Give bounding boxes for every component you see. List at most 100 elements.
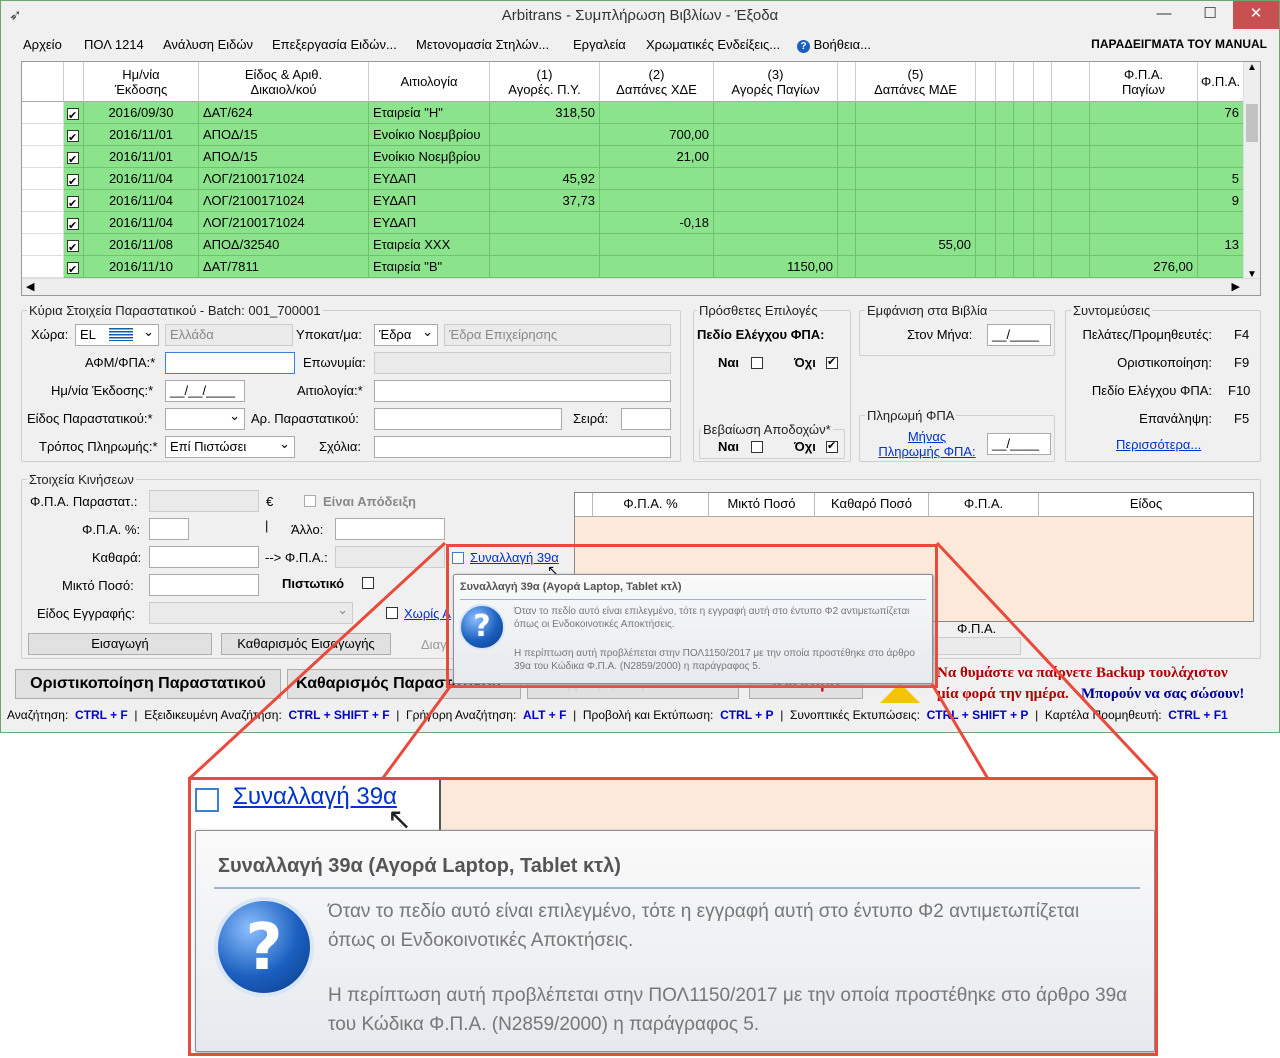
grid-header-c4[interactable] [838, 62, 856, 102]
vat-pct-input[interactable] [149, 518, 189, 540]
grid-cell-c10[interactable] [1052, 234, 1090, 256]
grid-cell-reason[interactable]: Εταιρεία "Β" [369, 256, 490, 278]
grid-header-c9[interactable] [1034, 62, 1052, 102]
grid-cell-c1[interactable] [490, 234, 600, 256]
vat-check-yes-checkbox[interactable] [751, 357, 763, 369]
grid-cell-date[interactable]: 2016/09/30 [84, 102, 199, 124]
grid-header-c1[interactable]: (1) Αγορές. Π.Υ. [490, 62, 600, 102]
other-input[interactable] [335, 518, 445, 540]
delete-entry-button[interactable]: Διαγ [421, 637, 447, 652]
vat-lines-header-type[interactable]: Είδος [1039, 493, 1253, 517]
grid-cell-c6[interactable] [976, 256, 996, 278]
vat-check-no-checkbox[interactable] [826, 355, 838, 369]
grid-cell-c6[interactable] [976, 102, 996, 124]
grid-cell-c3[interactable] [714, 190, 838, 212]
grid-vertical-scrollbar[interactable]: ▲ ▼ [1243, 62, 1260, 280]
row-checkbox-box[interactable] [67, 150, 79, 167]
row-selector[interactable] [22, 212, 64, 234]
grid-cell-c3[interactable] [714, 124, 838, 146]
grid-cell-c1[interactable] [490, 256, 600, 278]
grid-cell-reason[interactable]: ΕΥΔΑΠ [369, 168, 490, 190]
table-row[interactable]: 2016/11/01ΑΠΟΔ/15Ενοίκιο Νοεμβρίου 700,00 [22, 124, 1244, 146]
grid-cell-c6[interactable] [976, 212, 996, 234]
documents-grid[interactable]: Ημ/νία Έκδοσης Είδος & Αριθ. Δικαιολ/κού… [21, 61, 1261, 296]
row-checkbox-box[interactable] [67, 238, 79, 255]
grid-cell-c2[interactable] [600, 234, 714, 256]
row-checkbox[interactable] [64, 256, 84, 278]
row-checkbox[interactable] [64, 212, 84, 234]
afm-input[interactable] [165, 352, 295, 374]
table-row[interactable]: 2016/11/04ΛΟΓ/2100171024ΕΥΔΑΠ37,73 9 [22, 190, 1244, 212]
grid-cell-reason[interactable]: ΕΥΔΑΠ [369, 212, 490, 234]
grid-cell-c10[interactable] [1052, 124, 1090, 146]
grid-cell-reason[interactable]: Ενοίκιο Νοεμβρίου [369, 146, 490, 168]
grid-cell-c9[interactable] [1034, 102, 1052, 124]
grid-cell-reason[interactable]: Εταιρεία "Η" [369, 102, 490, 124]
grid-cell-c10[interactable] [1052, 102, 1090, 124]
grid-cell-doc[interactable]: ΑΠΟΔ/15 [199, 146, 369, 168]
minimize-button[interactable]: — [1141, 1, 1187, 29]
grid-cell-vatfix[interactable] [1090, 146, 1198, 168]
vat-lines-header-pct[interactable]: Φ.Π.Α. % [593, 493, 709, 517]
grid-cell-c4[interactable] [838, 212, 856, 234]
grid-cell-c1[interactable] [490, 124, 600, 146]
grid-cell-c7[interactable] [996, 256, 1014, 278]
row-checkbox-box[interactable] [67, 260, 79, 277]
close-button[interactable]: ✕ [1233, 1, 1279, 29]
grid-cell-vatfix[interactable] [1090, 190, 1198, 212]
grid-header-vat-fixed[interactable]: Φ.Π.Α. Παγίων [1090, 62, 1198, 102]
scroll-thumb[interactable] [1246, 104, 1258, 142]
row-selector[interactable] [22, 168, 64, 190]
country-select[interactable]: EL [75, 324, 159, 346]
vat-lines-header-vat[interactable]: Φ.Π.Α. [929, 493, 1039, 517]
grid-cell-c4[interactable] [838, 124, 856, 146]
docnum-input[interactable] [374, 408, 562, 430]
grid-header-c3[interactable]: (3) Αγορές Παγίων [714, 62, 838, 102]
row-selector[interactable] [22, 234, 64, 256]
grid-cell-c9[interactable] [1034, 124, 1052, 146]
grid-cell-vat[interactable]: 76 [1198, 102, 1244, 124]
grid-cell-c10[interactable] [1052, 168, 1090, 190]
no-vat-link[interactable]: Χωρίς Α [404, 606, 451, 621]
grid-cell-date[interactable]: 2016/11/08 [84, 234, 199, 256]
grid-cell-c5[interactable] [856, 102, 976, 124]
grid-cell-doc[interactable]: ΛΟΓ/2100171024 [199, 168, 369, 190]
grid-cell-date[interactable]: 2016/11/01 [84, 124, 199, 146]
grid-cell-c9[interactable] [1034, 168, 1052, 190]
grid-cell-vatfix[interactable]: 276,00 [1090, 256, 1198, 278]
grid-cell-c2[interactable] [600, 102, 714, 124]
grid-cell-c5[interactable] [856, 256, 976, 278]
menu-tools[interactable]: Εργαλεία [573, 37, 626, 52]
grid-cell-c4[interactable] [838, 256, 856, 278]
grid-cell-c3[interactable] [714, 234, 838, 256]
grid-header-c7[interactable] [996, 62, 1014, 102]
table-row[interactable]: 2016/11/08ΑΠΟΔ/32540Εταιρεία ΧΧΧ 55,00 13 [22, 234, 1244, 256]
grid-cell-c8[interactable] [1014, 212, 1034, 234]
grid-cell-c3[interactable] [714, 212, 838, 234]
grid-cell-vatfix[interactable] [1090, 124, 1198, 146]
row-checkbox[interactable] [64, 190, 84, 212]
grid-cell-c6[interactable] [976, 146, 996, 168]
grid-header-c8[interactable] [1014, 62, 1034, 102]
grid-header-vat[interactable]: Φ.Π.Α. [1198, 62, 1244, 102]
grid-cell-c5[interactable] [856, 168, 976, 190]
grid-cell-vatfix[interactable] [1090, 234, 1198, 256]
grid-cell-c3[interactable]: 1150,00 [714, 256, 838, 278]
table-row[interactable]: 2016/11/04ΛΟΓ/2100171024ΕΥΔΑΠ -0,18 [22, 212, 1244, 234]
grid-cell-vat[interactable]: 13 [1198, 234, 1244, 256]
grid-cell-c8[interactable] [1014, 190, 1034, 212]
doctype-select[interactable] [165, 408, 245, 430]
payment-select[interactable]: Επί Πιστώσει [165, 436, 295, 458]
grid-cell-c2[interactable]: -0,18 [600, 212, 714, 234]
grid-cell-c9[interactable] [1034, 212, 1052, 234]
grid-cell-c8[interactable] [1014, 102, 1034, 124]
scroll-right-icon[interactable]: ▶ [1232, 280, 1240, 293]
grid-cell-c5[interactable]: 55,00 [856, 234, 976, 256]
grid-cell-c8[interactable] [1014, 146, 1034, 168]
grid-cell-c7[interactable] [996, 168, 1014, 190]
clear-insert-button[interactable]: Καθαρισμός Εισαγωγής [221, 633, 391, 655]
grid-cell-c1[interactable]: 318,50 [490, 102, 600, 124]
grid-cell-c6[interactable] [976, 168, 996, 190]
grid-cell-c5[interactable] [856, 190, 976, 212]
month-input[interactable]: __/____ [987, 324, 1051, 346]
